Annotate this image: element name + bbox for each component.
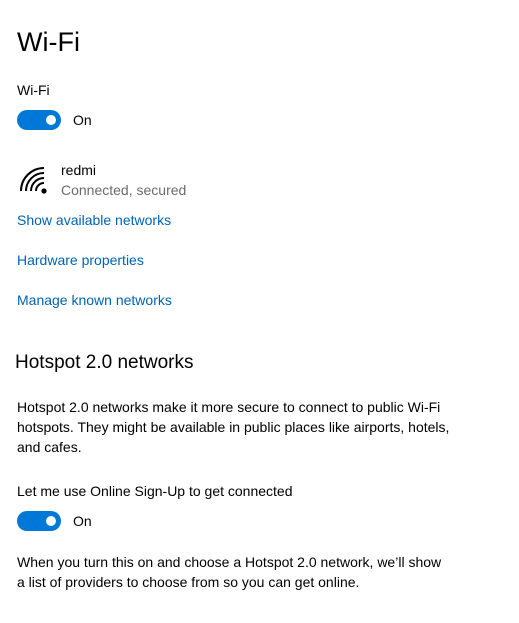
online-signup-label: Let me use Online Sign-Up to get connect… — [17, 483, 293, 499]
page-title: Wi-Fi — [17, 27, 80, 57]
online-signup-toggle-state: On — [73, 513, 92, 529]
toggle-knob — [46, 516, 56, 526]
manage-known-networks-link[interactable]: Manage known networks — [17, 290, 172, 310]
hotspot-section-title: Hotspot 2.0 networks — [15, 352, 194, 373]
wifi-toggle[interactable] — [17, 110, 61, 130]
show-available-networks-link[interactable]: Show available networks — [17, 210, 171, 230]
toggle-knob — [46, 115, 56, 125]
wifi-label: Wi-Fi — [17, 82, 50, 98]
hardware-properties-link[interactable]: Hardware properties — [17, 250, 144, 270]
wifi-toggle-state: On — [73, 112, 92, 128]
hotspot-description: Hotspot 2.0 networks make it more secure… — [17, 399, 450, 455]
online-signup-toggle[interactable] — [17, 511, 61, 531]
online-signup-description: When you turn this on and choose a Hotsp… — [17, 554, 442, 590]
network-name: redmi — [61, 162, 97, 178]
wifi-signal-icon — [17, 164, 51, 198]
network-status: Connected, secured — [61, 182, 187, 198]
network-item-redmi[interactable]: redmi Connected, secured — [61, 160, 186, 200]
